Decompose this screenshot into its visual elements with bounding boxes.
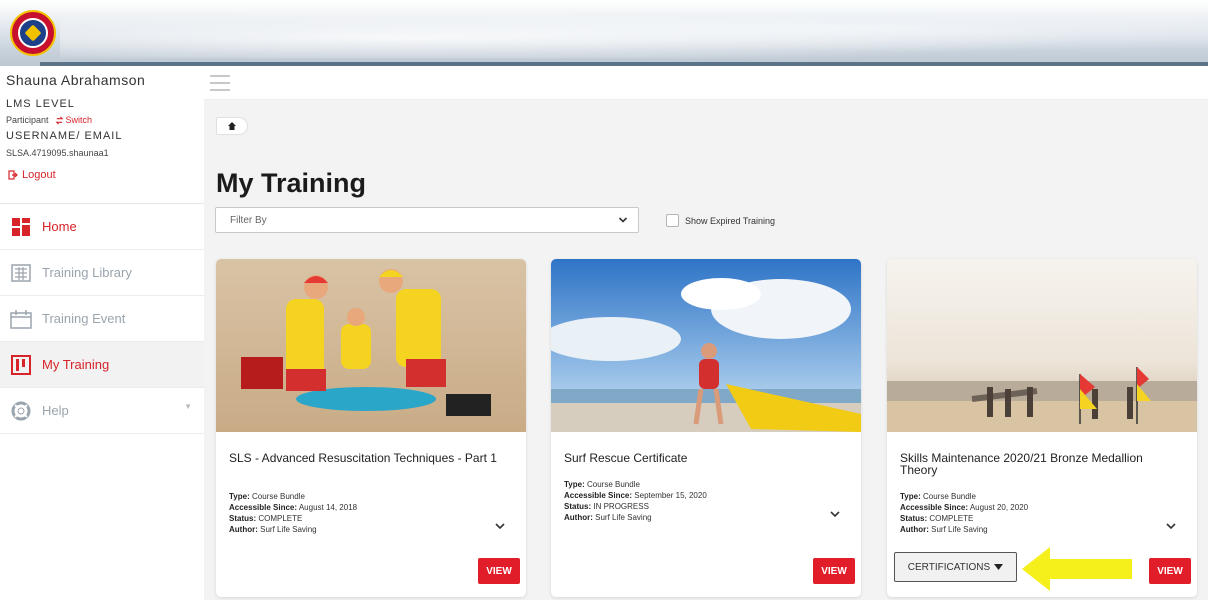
- sidebar-item-training-event[interactable]: Training Event: [0, 296, 204, 342]
- page-title: My Training: [216, 168, 367, 198]
- breadcrumb-home[interactable]: [216, 117, 248, 135]
- card-status: Status: COMPLETE: [900, 514, 974, 523]
- card-accessible-since: Accessible Since: August 14, 2018: [229, 503, 358, 512]
- logout-icon: [8, 170, 18, 180]
- user-name: Shauna Abrahamson: [6, 72, 146, 88]
- certifications-button[interactable]: CERTIFICATIONS: [894, 552, 1017, 582]
- card-image-surf-rescue: [551, 259, 861, 432]
- menu-toggle-icon[interactable]: [210, 75, 230, 91]
- username-value: SLSA.4719095.shaunaa1: [6, 148, 109, 158]
- card-title: Skills Maintenance 2020/21 Bronze Medall…: [900, 451, 1143, 477]
- chevron-down-icon: [618, 217, 628, 223]
- home-grid-icon: [10, 216, 32, 238]
- view-button[interactable]: VIEW: [1149, 558, 1191, 584]
- card-author: Author: Surf Life Saving: [564, 513, 652, 522]
- banner-sky-image: [60, 8, 1208, 58]
- chevron-down-icon[interactable]: ▼: [184, 402, 192, 411]
- show-expired-label: Show Expired Training: [685, 215, 776, 226]
- sidebar-item-label: Training Event: [42, 311, 126, 326]
- main-content: My Training Filter By Show Expired Train…: [204, 100, 1208, 600]
- training-card: Surf Rescue Certificate Type: Course Bun…: [551, 259, 861, 597]
- view-button[interactable]: VIEW: [813, 558, 855, 584]
- sidebar-item-label: My Training: [42, 357, 110, 372]
- chevron-down-icon[interactable]: [1165, 520, 1177, 532]
- home-icon: [228, 122, 236, 130]
- show-expired-toggle: Show Expired Training: [666, 214, 775, 227]
- library-icon: [10, 262, 32, 284]
- card-author: Author: Surf Life Saving: [900, 525, 988, 534]
- filter-placeholder: Filter By: [230, 214, 267, 226]
- sidebar-item-my-training[interactable]: My Training: [0, 342, 204, 388]
- logout-link[interactable]: Logout: [8, 169, 204, 181]
- card-type: Type: Course Bundle: [564, 480, 640, 489]
- card-accessible-since: Accessible Since: September 15, 2020: [564, 491, 707, 500]
- switch-role-link[interactable]: Switch: [55, 115, 93, 125]
- logout-label: Logout: [22, 169, 56, 181]
- sidebar-item-home[interactable]: Home: [0, 204, 204, 250]
- header-banner: [0, 0, 1208, 66]
- switch-label: Switch: [65, 115, 93, 125]
- card-accessible-since: Accessible Since: August 20, 2020: [900, 503, 1029, 512]
- topbar: [204, 66, 1208, 100]
- logo-emblem-core: [24, 24, 42, 42]
- card-image-resuscitation: [216, 259, 526, 432]
- card-type: Type: Course Bundle: [900, 492, 976, 501]
- sidebar-item-help[interactable]: Help ▼: [0, 388, 204, 434]
- sidebar-item-label: Help: [42, 403, 69, 418]
- card-title: SLS - Advanced Resuscitation Techniques …: [229, 451, 497, 465]
- card-title: Surf Rescue Certificate: [564, 451, 688, 465]
- view-button[interactable]: VIEW: [478, 558, 520, 584]
- calendar-icon: [10, 308, 32, 330]
- user-info: Shauna Abrahamson LMS LEVEL Participant …: [0, 66, 204, 204]
- sidebar-item-label: Training Library: [42, 265, 132, 280]
- card-type: Type: Course Bundle: [229, 492, 305, 501]
- card-status: Status: COMPLETE: [229, 514, 303, 523]
- surf-life-saving-logo[interactable]: [10, 10, 56, 56]
- lifebuoy-icon: [10, 400, 32, 422]
- chevron-down-icon[interactable]: [829, 508, 841, 520]
- caret-down-icon: [994, 564, 1004, 570]
- yellow-annotation-arrow: [1022, 547, 1132, 591]
- sidebar: Shauna Abrahamson LMS LEVEL Participant …: [0, 66, 204, 600]
- card-image-bronze-medallion: [887, 259, 1197, 432]
- username-label: USERNAME/ EMAIL: [6, 130, 123, 142]
- filter-select[interactable]: Filter By: [215, 207, 639, 233]
- role-value: Participant: [6, 115, 49, 125]
- sidebar-item-label: Home: [42, 219, 77, 234]
- card-author: Author: Surf Life Saving: [229, 525, 317, 534]
- show-expired-checkbox[interactable]: [666, 214, 679, 227]
- training-card: SLS - Advanced Resuscitation Techniques …: [216, 259, 526, 597]
- chevron-down-icon[interactable]: [494, 520, 506, 532]
- sidebar-item-training-library[interactable]: Training Library: [0, 250, 204, 296]
- card-status: Status: IN PROGRESS: [564, 502, 649, 511]
- my-training-icon: [10, 354, 32, 376]
- certifications-label: CERTIFICATIONS: [907, 561, 991, 573]
- lms-level-label: LMS LEVEL: [6, 98, 75, 110]
- switch-icon: [55, 116, 64, 124]
- role-row: Participant Switch: [6, 115, 204, 125]
- logo-emblem: [18, 18, 48, 48]
